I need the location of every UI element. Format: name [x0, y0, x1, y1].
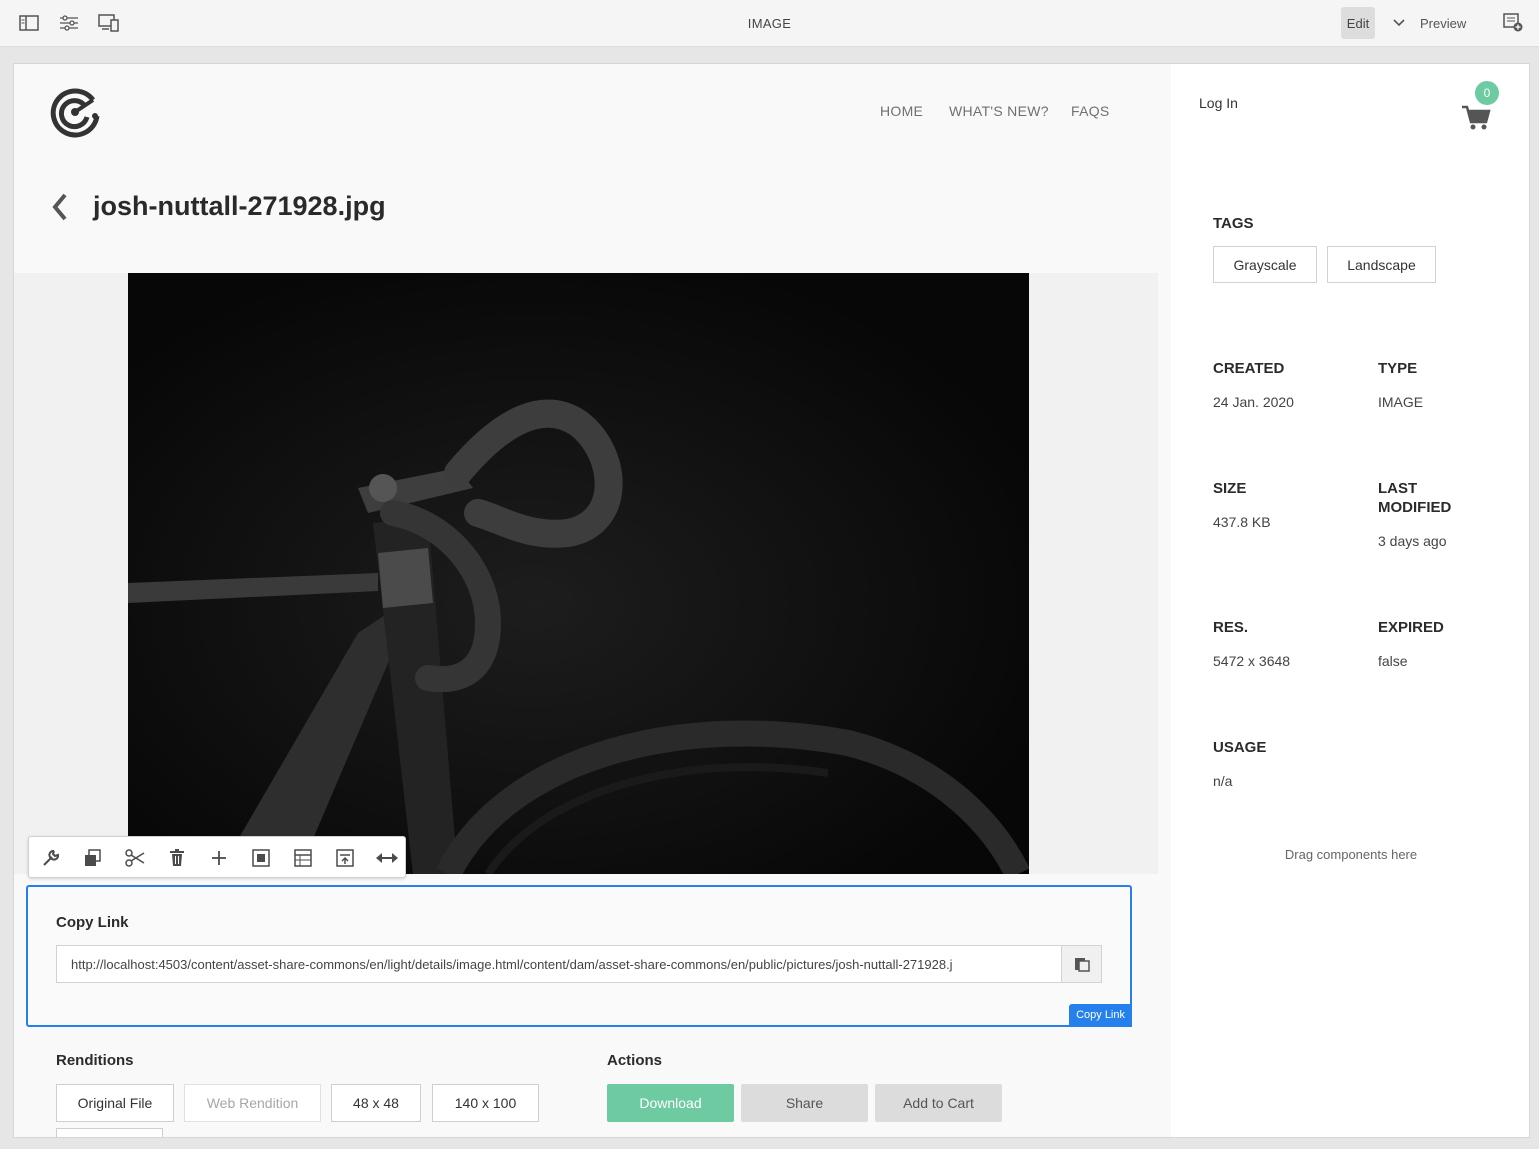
page-frame: HOME WHAT'S NEW? FAQS josh-nuttall-27192…	[13, 63, 1530, 1138]
copy-link-title: Copy Link	[56, 914, 129, 931]
nav-whats-new-link[interactable]: WHAT'S NEW?	[949, 103, 1049, 119]
resize-icon[interactable]	[375, 846, 399, 870]
metadata-sidebar: Log In 0 TAGS Grayscale Landscape CREATE…	[1171, 64, 1529, 1137]
rendition-web-button[interactable]: Web Rendition	[184, 1084, 321, 1122]
annotate-icon[interactable]	[1503, 12, 1525, 34]
preview-button[interactable]: Preview	[1420, 16, 1466, 31]
edit-mode-button[interactable]: Edit	[1341, 7, 1375, 39]
copy-link-component[interactable]: Copy Link http://localhost:4503/content/…	[26, 885, 1132, 1027]
resolution-value: 5472 x 3648	[1213, 653, 1291, 669]
cart-icon[interactable]	[1461, 104, 1491, 132]
cart-count-badge: 0	[1475, 81, 1499, 105]
usage-label: USAGE	[1213, 739, 1267, 756]
main-content: HOME WHAT'S NEW? FAQS josh-nuttall-27192…	[14, 64, 1171, 1137]
copy-icon[interactable]	[81, 846, 105, 870]
drag-components-placeholder[interactable]: Drag components here	[1171, 847, 1529, 862]
usage-value: n/a	[1213, 773, 1233, 789]
plus-icon[interactable]	[207, 846, 231, 870]
rendition-48-button[interactable]: 48 x 48	[331, 1084, 421, 1122]
size-value: 437.8 KB	[1213, 514, 1271, 530]
group-icon[interactable]	[249, 846, 273, 870]
tags-label: TAGS	[1213, 215, 1254, 232]
chevron-left-icon[interactable]	[50, 192, 70, 222]
editor-toolbar: IMAGE Edit Preview	[0, 0, 1539, 47]
component-toolbar	[28, 836, 406, 878]
clipboard-icon	[1074, 958, 1090, 972]
rendition-more-button[interactable]	[56, 1128, 163, 1137]
clipboard-copy-button[interactable]	[1062, 945, 1102, 983]
expired-label: EXPIRED	[1378, 619, 1444, 636]
trash-icon[interactable]	[165, 846, 189, 870]
size-label: SIZE	[1213, 480, 1247, 497]
created-label: CREATED	[1213, 360, 1285, 377]
share-button[interactable]: Share	[741, 1084, 868, 1122]
scissors-icon[interactable]	[123, 846, 147, 870]
download-button[interactable]: Download	[607, 1084, 734, 1122]
last-modified-label-line2: MODIFIED	[1378, 499, 1452, 516]
parent-icon[interactable]	[333, 846, 357, 870]
nav-faqs-link[interactable]: FAQS	[1071, 103, 1110, 119]
tag-grayscale[interactable]: Grayscale	[1213, 246, 1317, 283]
component-name-badge: Copy Link	[1069, 1004, 1132, 1027]
last-modified-value: 3 days ago	[1378, 533, 1447, 549]
nav-home-link[interactable]: HOME	[880, 103, 923, 119]
type-value: IMAGE	[1378, 394, 1424, 410]
actions-title: Actions	[607, 1052, 663, 1069]
created-value: 24 Jan. 2020	[1213, 394, 1294, 410]
asset-image	[128, 273, 1029, 874]
logo-icon[interactable]	[49, 86, 101, 138]
renditions-title: Renditions	[56, 1052, 134, 1069]
chevron-down-icon[interactable]	[1389, 12, 1409, 34]
rendition-140-button[interactable]: 140 x 100	[432, 1084, 539, 1122]
tag-landscape[interactable]: Landscape	[1327, 246, 1436, 283]
last-modified-label-line1: LAST	[1378, 480, 1418, 497]
layout-icon[interactable]	[291, 846, 315, 870]
asset-preview-area	[14, 273, 1158, 874]
wrench-icon[interactable]	[39, 846, 63, 870]
expired-value: false	[1378, 653, 1408, 669]
copy-link-url-field[interactable]: http://localhost:4503/content/asset-shar…	[56, 945, 1062, 983]
page-type-title: IMAGE	[747, 16, 792, 31]
login-link[interactable]: Log In	[1199, 95, 1238, 111]
type-label: TYPE	[1378, 360, 1418, 377]
rendition-original-button[interactable]: Original File	[56, 1084, 174, 1122]
add-to-cart-button[interactable]: Add to Cart	[875, 1084, 1002, 1122]
asset-title: josh-nuttall-271928.jpg	[93, 191, 386, 221]
resolution-label: RES.	[1213, 619, 1249, 636]
